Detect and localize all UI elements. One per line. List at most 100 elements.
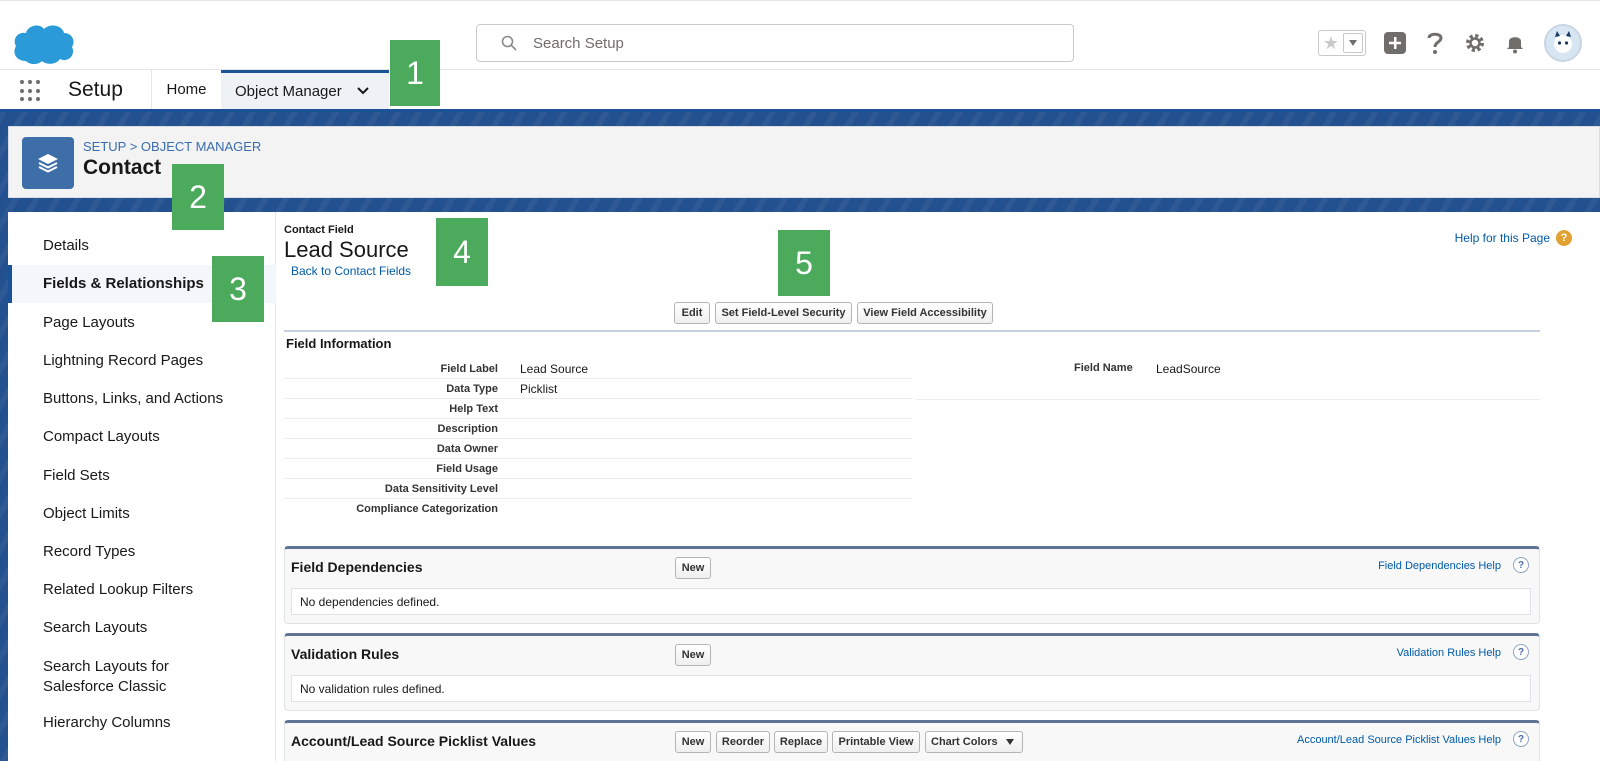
section-title: Validation Rules — [291, 646, 400, 662]
help-for-page-link[interactable]: Help for this Page ? — [1455, 230, 1572, 246]
info-label: Field Usage — [436, 463, 498, 475]
sidebar-item-search-layouts-classic[interactable]: Search Layouts for Salesforce Classic — [8, 652, 276, 702]
bell-icon[interactable] — [1504, 32, 1526, 54]
sidebar-item-label: Object Limits — [43, 504, 130, 522]
info-value: Picklist — [520, 382, 558, 396]
app-nav-bar: Setup Home Object Manager — [0, 70, 1600, 112]
field-name-label: Field Name — [1074, 362, 1133, 374]
section-empty-message: No dependencies defined. — [291, 588, 1531, 615]
picklist-values-help-link[interactable]: Account/Lead Source Picklist Values Help — [1297, 734, 1501, 746]
header-utilities: ★ — [1318, 23, 1582, 63]
app-launcher-icon[interactable] — [20, 80, 42, 102]
callout-5: 5 — [778, 230, 830, 296]
new-dependency-button[interactable]: New — [675, 557, 711, 579]
sidebar-item-object-limits[interactable]: Object Limits — [8, 495, 276, 533]
tab-home[interactable]: Home — [151, 70, 221, 109]
sidebar-item-label: Details — [43, 236, 89, 254]
printable-view-button[interactable]: Printable View — [832, 731, 920, 753]
field-detail-content: Contact Field Lead Source Back to Contac… — [276, 212, 1600, 761]
section-divider — [284, 330, 1540, 332]
callout-2: 2 — [172, 164, 224, 230]
help-icon[interactable]: ? — [1513, 557, 1529, 573]
avatar[interactable] — [1544, 24, 1582, 62]
callout-4: 4 — [436, 218, 488, 286]
sidebar-item-search-layouts[interactable]: Search Layouts — [8, 609, 276, 647]
picklist-values-section: Account/Lead Source Picklist Values New … — [284, 720, 1540, 761]
reorder-button[interactable]: Reorder — [716, 731, 770, 753]
new-picklist-value-button[interactable]: New — [675, 731, 711, 753]
help-icon[interactable]: ? — [1513, 644, 1529, 660]
view-field-accessibility-button[interactable]: View Field Accessibility — [857, 302, 993, 324]
chevron-down-icon[interactable] — [356, 84, 370, 98]
info-row-data-owner: Data Owner — [284, 439, 912, 459]
sidebar-item-field-sets[interactable]: Field Sets — [8, 457, 276, 495]
help-icon[interactable] — [1424, 32, 1446, 54]
sidebar-item-related-lookup-filters[interactable]: Related Lookup Filters — [8, 571, 276, 609]
info-row-field-label: Field Label Lead Source — [284, 359, 912, 379]
set-field-level-security-button[interactable]: Set Field-Level Security — [715, 302, 852, 324]
sidebar-item-label: Lightning Record Pages — [43, 351, 204, 369]
info-row-data-sensitivity: Data Sensitivity Level — [284, 479, 912, 499]
app-name: Setup — [68, 78, 123, 101]
validation-rules-section: Validation Rules New Validation Rules He… — [284, 633, 1540, 711]
sidebar-item-label: Field Sets — [43, 466, 110, 484]
help-for-page-label: Help for this Page — [1454, 231, 1550, 245]
plus-icon[interactable] — [1384, 32, 1406, 54]
favorites-dropdown[interactable] — [1343, 33, 1363, 53]
info-row-help-text: Help Text — [284, 399, 912, 419]
edit-button[interactable]: Edit — [674, 302, 710, 324]
favorites-button[interactable]: ★ — [1318, 30, 1366, 56]
layers-icon — [22, 137, 74, 189]
sidebar-item-buttons-links-actions[interactable]: Buttons, Links, and Actions — [8, 380, 276, 418]
sidebar-item-label: Compact Layouts — [43, 427, 160, 445]
info-label: Help Text — [449, 403, 498, 415]
info-label: Data Type — [446, 383, 498, 395]
info-label: Field Label — [440, 363, 498, 375]
callout-1: 1 — [390, 40, 440, 106]
search-icon — [501, 35, 517, 51]
info-value: Lead Source — [520, 362, 589, 376]
global-header: Search Setup ★ — [0, 0, 1600, 70]
chevron-down-icon — [1349, 40, 1357, 46]
salesforce-cloud-logo[interactable] — [12, 21, 76, 65]
sidebar-item-hierarchy-columns[interactable]: Hierarchy Columns — [8, 704, 276, 742]
info-row-data-type: Data Type Picklist — [284, 379, 912, 399]
info-label: Data Owner — [436, 443, 498, 455]
help-icon[interactable]: ? — [1513, 731, 1529, 747]
section-title: Field Dependencies — [291, 559, 423, 575]
field-information-heading: Field Information — [286, 336, 392, 351]
back-to-fields-link[interactable]: Back to Contact Fields — [291, 264, 411, 278]
info-label: Description — [437, 423, 498, 435]
page-header: SETUP > OBJECT MANAGER Contact — [8, 126, 1600, 198]
section-title: Account/Lead Source Picklist Values — [291, 733, 537, 749]
info-row-description: Description — [284, 419, 912, 439]
callout-3: 3 — [212, 256, 264, 322]
chart-colors-label: Chart Colors — [931, 736, 998, 748]
sidebar-item-compact-layouts[interactable]: Compact Layouts — [8, 418, 276, 456]
gear-icon[interactable] — [1464, 32, 1486, 54]
page-title: Contact — [83, 156, 162, 179]
field-name-value: LeadSource — [1156, 362, 1221, 376]
help-icon: ? — [1556, 230, 1572, 246]
sidebar-item-label: Search Layouts — [43, 618, 148, 636]
sidebar-item-record-types[interactable]: Record Types — [8, 533, 276, 571]
sidebar-item-label: Record Types — [43, 542, 136, 560]
tab-object-manager-label: Object Manager — [235, 82, 342, 100]
sidebar-item-lightning-record-pages[interactable]: Lightning Record Pages — [8, 342, 276, 380]
breadcrumb[interactable]: SETUP > OBJECT MANAGER — [83, 139, 261, 154]
star-icon: ★ — [1322, 33, 1340, 53]
tab-object-manager[interactable]: Object Manager — [221, 70, 389, 109]
sidebar-item-label: Page Layouts — [43, 313, 135, 331]
replace-button[interactable]: Replace — [774, 731, 828, 753]
field-dependencies-help-link[interactable]: Field Dependencies Help — [1378, 560, 1501, 572]
field-dependencies-section: Field Dependencies New Field Dependencie… — [284, 546, 1540, 624]
row-divider — [916, 399, 1540, 400]
search-input[interactable]: Search Setup — [476, 24, 1074, 62]
chart-colors-dropdown[interactable]: Chart Colors — [925, 731, 1023, 753]
field-title: Lead Source — [284, 237, 409, 262]
validation-rules-help-link[interactable]: Validation Rules Help — [1397, 647, 1501, 659]
section-empty-message: No validation rules defined. — [291, 675, 1531, 702]
sidebar-item-label: Hierarchy Columns — [43, 713, 171, 731]
new-validation-rule-button[interactable]: New — [675, 644, 711, 666]
info-label: Compliance Categorization — [356, 503, 498, 515]
